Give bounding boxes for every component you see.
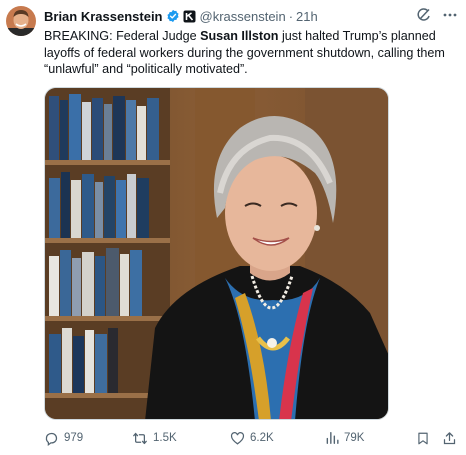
reply-icon (45, 432, 58, 446)
repost-count: 1.5K (153, 432, 177, 444)
avatar-image (6, 6, 36, 36)
bookmark-button[interactable] (416, 429, 430, 447)
grok-icon[interactable] (416, 7, 432, 26)
tweet-media-image[interactable] (44, 87, 389, 420)
author-handle[interactable]: @krassenstein (200, 9, 286, 24)
tweet-timestamp[interactable]: 21h (296, 9, 318, 24)
more-icon[interactable] (442, 7, 458, 26)
share-icon (443, 431, 456, 444)
avatar[interactable] (6, 6, 36, 36)
views-button[interactable]: 79K (325, 429, 364, 447)
affiliate-badge-icon[interactable] (183, 10, 196, 23)
tweet-actions: 979 1.5K 6.2K 79K (44, 429, 458, 447)
photo-portrait (45, 88, 388, 419)
author-name[interactable]: Brian Krassenstein (44, 9, 163, 24)
reply-button[interactable]: 979 (44, 429, 83, 447)
tweet-header: Brian Krassenstein @krassenstein · 21h (44, 7, 458, 25)
tweet-text: BREAKING: Federal Judge Susan Illston ju… (44, 28, 458, 78)
like-count: 6.2K (250, 432, 274, 444)
like-button[interactable]: 6.2K (230, 429, 274, 447)
separator-dot: · (288, 8, 294, 24)
repost-icon (133, 432, 147, 444)
reply-count: 979 (64, 432, 84, 444)
verified-badge-icon[interactable] (166, 9, 180, 23)
heart-icon (230, 431, 245, 445)
bookmark-icon (418, 432, 428, 444)
tweet-text-bold: Susan Illston (200, 29, 279, 43)
views-chart-icon (326, 432, 339, 444)
views-count: 79K (344, 432, 365, 444)
repost-button[interactable]: 1.5K (132, 429, 177, 447)
share-button[interactable] (442, 429, 457, 447)
tweet-text-part: BREAKING: Federal Judge (44, 29, 201, 43)
